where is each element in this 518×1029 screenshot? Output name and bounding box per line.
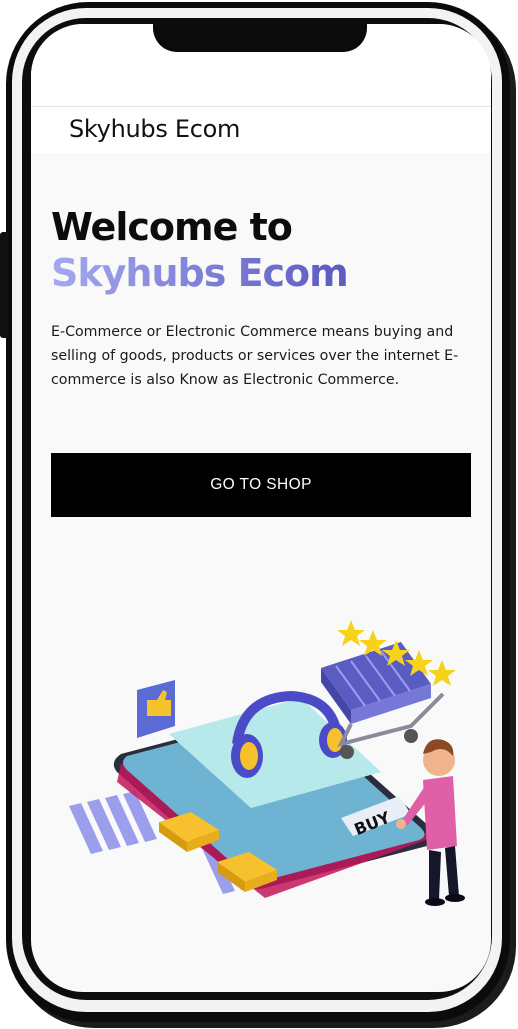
go-to-shop-button[interactable]: GO TO SHOP	[51, 453, 471, 517]
brand-logo-text[interactable]: Skyhubs Ecom	[69, 115, 240, 143]
person-figure	[396, 739, 465, 906]
hero-title-line2: Skyhubs Ecom	[51, 251, 349, 295]
phone-side-button	[0, 232, 8, 338]
hero-title-line1: Welcome to	[51, 205, 293, 249]
phone-screen: Skyhubs Ecom Welcome to Skyhubs Ecom E-C…	[31, 24, 491, 992]
phone-notch	[153, 24, 367, 52]
like-icon	[137, 680, 175, 738]
hero-title: Welcome to Skyhubs Ecom	[51, 204, 349, 296]
hero-description: E-Commerce or Electronic Commerce means …	[51, 324, 459, 388]
app-header: Skyhubs Ecom	[31, 106, 491, 153]
ecommerce-illustration: BUY	[69, 620, 465, 906]
